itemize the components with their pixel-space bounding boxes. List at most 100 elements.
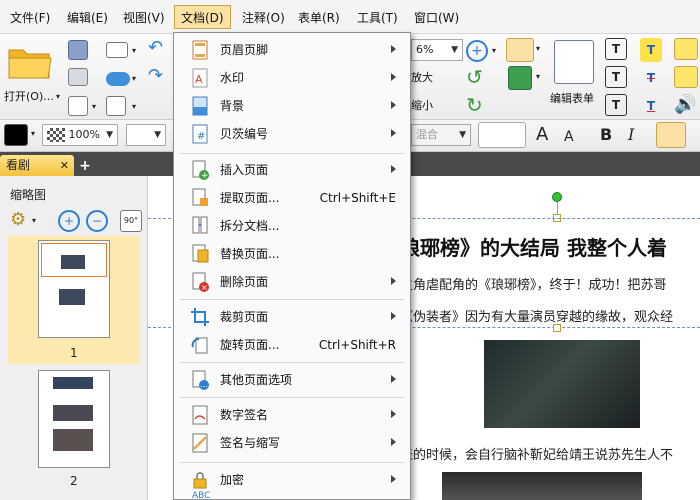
note-icon[interactable] xyxy=(674,38,698,60)
new-tab-icon[interactable]: + xyxy=(78,159,92,173)
cloud-icon[interactable] xyxy=(106,72,130,86)
blend-mode-caret-icon: ▼ xyxy=(459,130,466,140)
undo-icon[interactable]: ↶ xyxy=(148,38,170,58)
print-icon[interactable] xyxy=(68,68,88,86)
menu-item-label: 贝茨编号 xyxy=(220,127,269,141)
menu-item-sign-initials[interactable]: 签名与缩写 xyxy=(174,430,410,456)
align-left-icon[interactable] xyxy=(656,122,686,148)
rotate-left-icon[interactable]: ↺ xyxy=(466,66,488,88)
resize-handle-bottom-icon[interactable] xyxy=(553,324,561,332)
page-thumbnail-1[interactable] xyxy=(38,240,110,338)
menu-item-background[interactable]: 背景 xyxy=(174,93,410,119)
spell-check-icon[interactable]: ABC xyxy=(192,491,210,500)
rotate-thumbnail-left-icon[interactable]: 90° xyxy=(120,210,142,232)
menu-item-crop-page[interactable]: 裁剪页面 xyxy=(174,304,410,330)
menu-item-more-page-options[interactable]: … 其他页面选项 xyxy=(174,367,410,393)
rotate-right-icon[interactable]: ↻ xyxy=(466,94,488,116)
menu-item-watermark[interactable]: A 水印 xyxy=(174,65,410,91)
delete-page-icon: × xyxy=(190,272,210,292)
menu-separator xyxy=(180,362,404,363)
opacity-value: 100% xyxy=(68,128,100,141)
select-tool-caret-icon[interactable]: ▾ xyxy=(536,44,544,53)
opacity-select[interactable]: 100% ▼ xyxy=(42,124,118,146)
rotate-handle-icon[interactable] xyxy=(552,192,562,202)
zoom-caret-icon[interactable]: ▾ xyxy=(492,46,500,55)
save-icon[interactable] xyxy=(68,40,88,60)
menu-view[interactable]: 视图(V) xyxy=(117,6,171,30)
fill-color-caret-icon[interactable]: ▾ xyxy=(31,129,39,138)
new-page-icon[interactable] xyxy=(106,96,126,116)
split-document-icon xyxy=(190,216,210,236)
menu-comment[interactable]: 注释(O) xyxy=(236,6,291,30)
file-attach-icon[interactable] xyxy=(674,66,698,88)
menu-item-encrypt[interactable]: 加密 xyxy=(174,467,410,493)
page-number-2: 2 xyxy=(70,474,78,488)
menu-window[interactable]: 窗口(W) xyxy=(408,6,465,30)
add-image-caret-icon[interactable]: ▾ xyxy=(536,72,544,81)
menu-item-label: 删除页面 xyxy=(220,275,269,289)
document-properties-icon[interactable] xyxy=(68,96,88,116)
decrease-font-icon[interactable]: A xyxy=(564,126,586,148)
page-thumbnail-2[interactable] xyxy=(38,370,110,468)
menu-form[interactable]: 表单(R) xyxy=(292,6,346,30)
open-dropdown-caret-icon[interactable]: ▾ xyxy=(56,92,64,101)
add-image-icon[interactable] xyxy=(508,66,532,90)
textbox-icon[interactable]: T xyxy=(605,94,627,116)
thumbnail-zoom-in-icon[interactable]: + xyxy=(58,210,80,232)
text-select-tool-icon[interactable] xyxy=(506,38,534,62)
zoom-in-icon[interactable]: + xyxy=(466,40,488,62)
zoom-in-label[interactable]: 放大 xyxy=(411,69,433,85)
cloud-caret-icon[interactable]: ▾ xyxy=(132,74,140,83)
document-tab[interactable]: 看剧 ✕ xyxy=(0,155,74,176)
new-page-caret-icon[interactable]: ▾ xyxy=(132,102,140,111)
fill-color-swatch-icon[interactable] xyxy=(4,124,28,146)
submenu-arrow-icon xyxy=(391,45,396,53)
menu-item-delete-page[interactable]: × 删除页面 xyxy=(174,269,410,295)
bold-icon[interactable]: B xyxy=(600,124,620,146)
menu-item-rotate-page[interactable]: 旋转页面... Ctrl+Shift+R xyxy=(174,332,410,358)
menu-item-insert-page[interactable]: + 插入页面 xyxy=(174,157,410,183)
font-size-select[interactable] xyxy=(478,122,526,148)
menu-tools[interactable]: 工具(T) xyxy=(351,6,404,30)
redo-icon[interactable]: ↷ xyxy=(148,66,170,86)
typewriter-icon[interactable]: T xyxy=(605,66,627,88)
underline-text-icon[interactable]: T xyxy=(640,94,662,118)
properties-caret-icon[interactable]: ▾ xyxy=(92,102,100,111)
thumbnail-zoom-out-icon[interactable]: − xyxy=(86,210,108,232)
menu-item-extract-page[interactable]: 提取页面... Ctrl+Shift+E xyxy=(174,185,410,211)
menu-item-digital-signature[interactable]: 数字签名 xyxy=(174,402,410,428)
edit-form-icon[interactable] xyxy=(554,40,594,84)
bates-number-icon: # xyxy=(190,124,210,144)
thumbnail-image xyxy=(59,289,85,305)
zoom-out-label[interactable]: 缩小 xyxy=(411,97,433,113)
gear-icon[interactable]: ⚙ xyxy=(10,210,30,230)
open-label[interactable]: 打开(O)... xyxy=(4,88,54,104)
menu-file[interactable]: 文件(F) xyxy=(4,6,56,30)
strikeout-text-icon[interactable]: T xyxy=(640,66,662,90)
menu-item-replace-page[interactable]: 替换页面... xyxy=(174,241,410,267)
thumbnail-image xyxy=(61,255,85,269)
gear-caret-icon[interactable]: ▾ xyxy=(32,216,40,225)
blend-mode-select[interactable]: 混合 ▼ xyxy=(411,124,471,146)
submenu-arrow-icon xyxy=(391,475,396,483)
menu-item-bates-number[interactable]: # 贝茨编号 xyxy=(174,121,410,147)
menu-item-split-document[interactable]: 拆分文档... xyxy=(174,213,410,239)
menu-item-header-footer[interactable]: 页眉页脚 xyxy=(174,37,410,63)
menu-edit[interactable]: 编辑(E) xyxy=(61,6,114,30)
zoom-level-select[interactable]: 6% ▼ xyxy=(411,39,463,61)
sound-icon[interactable]: 🔊 xyxy=(674,94,698,116)
increase-font-icon[interactable]: A xyxy=(536,124,558,146)
close-tab-icon[interactable]: ✕ xyxy=(60,155,69,176)
email-icon[interactable] xyxy=(106,42,128,58)
email-caret-icon[interactable]: ▾ xyxy=(132,46,140,55)
text-field-icon[interactable]: T xyxy=(605,38,627,60)
open-folder-icon[interactable] xyxy=(6,42,54,82)
highlight-text-icon[interactable]: T xyxy=(640,38,662,62)
menu-document[interactable]: 文档(D) xyxy=(174,5,231,29)
edit-form-label[interactable]: 编辑表单 xyxy=(550,90,594,106)
zoom-level-caret-icon: ▼ xyxy=(451,45,458,55)
extract-page-icon xyxy=(190,188,210,208)
italic-icon[interactable]: I xyxy=(628,124,648,146)
document-line-1: 主角虐配角的《琅琊榜》，终于！成功！把苏哥 xyxy=(400,278,667,293)
border-style-select[interactable]: ▼ xyxy=(126,124,166,146)
